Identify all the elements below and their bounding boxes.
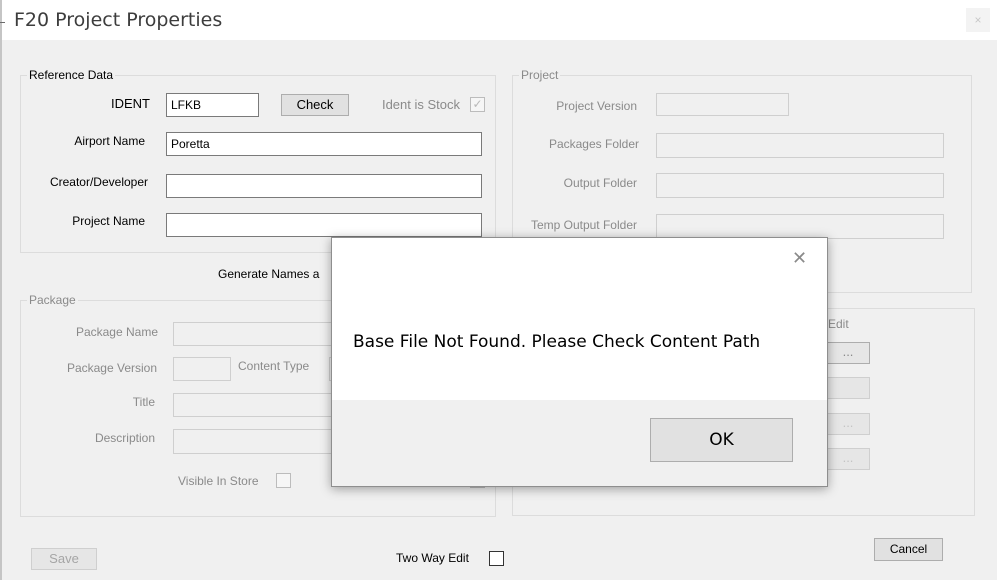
check-button[interactable]: Check xyxy=(281,94,349,116)
ident-label: IDENT xyxy=(111,96,150,111)
browse-button-2[interactable] xyxy=(826,377,870,399)
creator-developer-input[interactable] xyxy=(166,174,482,198)
ident-is-stock-checkbox[interactable]: ✓ xyxy=(470,97,485,112)
packages-folder-input[interactable] xyxy=(656,133,944,158)
output-folder-input[interactable] xyxy=(656,173,944,198)
window-title: F20 Project Properties xyxy=(14,9,223,31)
airport-name-input[interactable] xyxy=(166,132,482,156)
cancel-button[interactable]: Cancel xyxy=(874,538,943,561)
package-name-label: Package Name xyxy=(75,325,158,339)
project-name-input[interactable] xyxy=(166,213,482,237)
content-type-label: Content Type xyxy=(238,359,310,373)
dialog-message: Base File Not Found. Please Check Conten… xyxy=(353,332,761,352)
reference-data-legend: Reference Data xyxy=(29,68,114,82)
left-edge-mark xyxy=(0,22,5,23)
browse-button-4[interactable]: ... xyxy=(826,448,870,470)
project-version-label: Project Version xyxy=(556,99,637,113)
left-window-edge xyxy=(0,0,2,580)
visible-in-store-checkbox[interactable] xyxy=(276,473,291,488)
output-folder-label: Output Folder xyxy=(563,176,637,190)
package-version-label: Package Version xyxy=(66,361,157,375)
project-version-input[interactable] xyxy=(656,93,789,116)
ident-input[interactable] xyxy=(166,93,259,117)
project-name-label: Project Name xyxy=(72,214,145,228)
temp-output-folder-input[interactable] xyxy=(656,214,944,239)
airport-name-label: Airport Name xyxy=(74,134,145,148)
two-way-edit-label: Two Way Edit xyxy=(396,551,469,565)
description-label: Description xyxy=(94,431,155,445)
dialog-close-icon[interactable]: ✕ xyxy=(792,248,807,269)
visible-in-store-label: Visible In Store xyxy=(178,474,259,488)
check-mark-icon: ✓ xyxy=(472,97,483,111)
save-button[interactable]: Save xyxy=(31,548,97,570)
title-input[interactable] xyxy=(173,393,338,417)
project-legend: Project xyxy=(521,68,559,82)
ident-is-stock-label: Ident is Stock xyxy=(381,97,460,112)
browse-button-1[interactable]: ... xyxy=(826,342,870,364)
package-name-input[interactable] xyxy=(173,322,338,346)
description-input[interactable] xyxy=(173,429,338,454)
package-legend: Package xyxy=(29,293,76,307)
ok-button[interactable]: OK xyxy=(650,418,793,462)
package-version-input[interactable] xyxy=(173,357,231,381)
edit-label: Edit xyxy=(828,317,849,331)
error-dialog: ✕ Base File Not Found. Please Check Cont… xyxy=(331,237,828,487)
temp-output-folder-label: Temp Output Folder xyxy=(530,218,637,232)
generate-names-label: Generate Names a xyxy=(218,267,320,281)
window-close-button[interactable]: × xyxy=(966,8,990,32)
title-label: Title xyxy=(132,395,155,409)
creator-developer-label: Creator/Developer xyxy=(49,175,148,189)
two-way-edit-checkbox[interactable] xyxy=(489,551,504,566)
browse-button-3[interactable]: ... xyxy=(826,413,870,435)
packages-folder-label: Packages Folder xyxy=(548,137,639,151)
